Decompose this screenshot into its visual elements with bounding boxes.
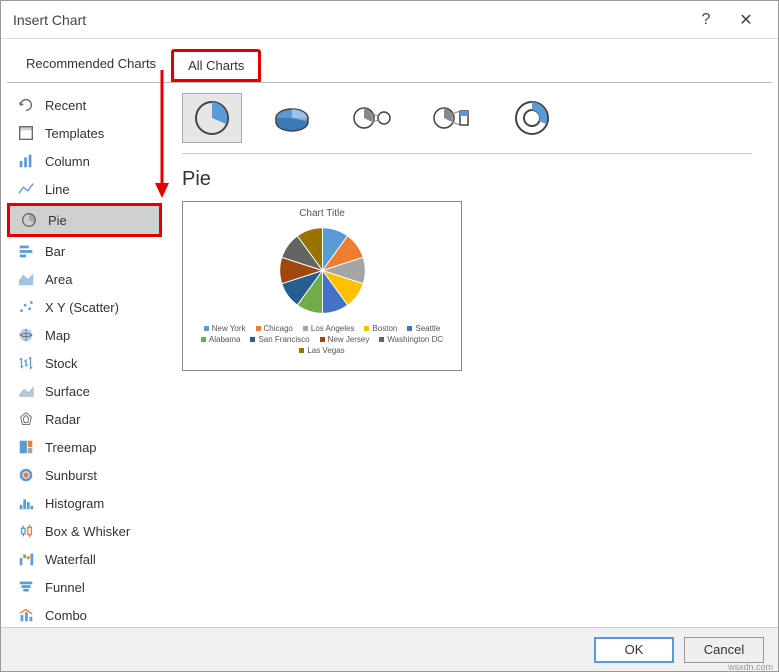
sidebar-item-label: Recent <box>45 98 86 113</box>
watermark: wsxdn.com <box>728 662 773 672</box>
sidebar-item-box[interactable]: Box & Whisker <box>7 517 162 545</box>
sidebar-item-label: Box & Whisker <box>45 524 130 539</box>
legend-item: Washington DC <box>379 335 443 344</box>
preview-title: Chart Title <box>299 208 345 219</box>
sidebar-item-label: Radar <box>45 412 80 427</box>
sidebar-item-label: Line <box>45 182 70 197</box>
tabs-row: Recommended Charts All Charts <box>1 39 778 82</box>
area-icon <box>17 270 35 288</box>
sidebar-item-map[interactable]: Map <box>7 321 162 349</box>
histogram-icon <box>17 494 35 512</box>
insert-chart-dialog: Insert Chart ? ✕ Recommended Charts All … <box>0 0 779 672</box>
subtype-row <box>182 93 752 143</box>
sidebar-item-label: Templates <box>45 126 104 141</box>
sidebar-item-label: Waterfall <box>45 552 96 567</box>
sidebar-item-label: Map <box>45 328 70 343</box>
chart-name-heading: Pie <box>182 168 752 191</box>
subtype-pie-of-pie[interactable] <box>342 93 402 143</box>
legend-item: New Jersey <box>320 335 370 344</box>
dialog-title: Insert Chart <box>13 12 686 28</box>
pie-icon <box>20 211 38 229</box>
subtype-pie[interactable] <box>182 93 242 143</box>
waterfall-icon <box>17 550 35 568</box>
body-area: Recent Templates Column Line Pie Bar <box>7 82 772 627</box>
sidebar-item-label: Surface <box>45 384 90 399</box>
dialog-footer: OK Cancel <box>1 627 778 671</box>
templates-icon <box>17 124 35 142</box>
sidebar-item-label: Bar <box>45 244 65 259</box>
preview-pie-svg <box>275 223 370 318</box>
sidebar-item-label: Pie <box>48 213 67 228</box>
surface-icon <box>17 382 35 400</box>
subtype-bar-of-pie[interactable] <box>422 93 482 143</box>
subtype-3d-pie[interactable] <box>262 93 322 143</box>
preview-legend: New York Chicago Los Angeles Boston Seattle A… <box>191 324 453 355</box>
box-icon <box>17 522 35 540</box>
tab-recommended[interactable]: Recommended Charts <box>11 49 171 82</box>
legend-item: New York <box>204 324 246 333</box>
chart-type-sidebar: Recent Templates Column Line Pie Bar <box>7 83 162 627</box>
sidebar-item-label: Histogram <box>45 496 104 511</box>
sidebar-item-scatter[interactable]: X Y (Scatter) <box>7 293 162 321</box>
sidebar-item-label: Stock <box>45 356 78 371</box>
sidebar-item-label: Combo <box>45 608 87 623</box>
close-button[interactable]: ✕ <box>726 10 766 30</box>
sidebar-item-pie[interactable]: Pie <box>7 203 162 237</box>
cancel-button[interactable]: Cancel <box>684 637 764 663</box>
sidebar-item-waterfall[interactable]: Waterfall <box>7 545 162 573</box>
main-panel: Pie Chart Title New York Chicago Los Angel… <box>162 83 772 627</box>
legend-item: Seattle <box>407 324 440 333</box>
treemap-icon <box>17 438 35 456</box>
column-icon <box>17 152 35 170</box>
recent-icon <box>17 96 35 114</box>
line-icon <box>17 180 35 198</box>
legend-item: Las Vegas <box>299 346 344 355</box>
sidebar-item-label: Area <box>45 272 72 287</box>
subtype-doughnut[interactable] <box>502 93 562 143</box>
divider <box>182 153 752 154</box>
combo-icon <box>17 606 35 624</box>
sidebar-item-radar[interactable]: Radar <box>7 405 162 433</box>
sidebar-item-funnel[interactable]: Funnel <box>7 573 162 601</box>
sidebar-item-surface[interactable]: Surface <box>7 377 162 405</box>
sidebar-item-combo[interactable]: Combo <box>7 601 162 627</box>
sidebar-item-label: X Y (Scatter) <box>45 300 119 315</box>
map-icon <box>17 326 35 344</box>
sidebar-item-recent[interactable]: Recent <box>7 91 162 119</box>
legend-item: Boston <box>364 324 397 333</box>
sidebar-item-area[interactable]: Area <box>7 265 162 293</box>
sidebar-item-label: Sunburst <box>45 468 97 483</box>
help-button[interactable]: ? <box>686 11 726 29</box>
sidebar-item-label: Treemap <box>45 440 97 455</box>
ok-button[interactable]: OK <box>594 637 674 663</box>
legend-item: Alabama <box>201 335 241 344</box>
stock-icon <box>17 354 35 372</box>
sidebar-item-label: Column <box>45 154 90 169</box>
sidebar-item-histogram[interactable]: Histogram <box>7 489 162 517</box>
chart-preview[interactable]: Chart Title New York Chicago Los Angeles Bo… <box>182 201 462 371</box>
sidebar-item-bar[interactable]: Bar <box>7 237 162 265</box>
sidebar-item-label: Funnel <box>45 580 85 595</box>
sidebar-item-templates[interactable]: Templates <box>7 119 162 147</box>
tab-all-charts[interactable]: All Charts <box>171 49 261 82</box>
sidebar-item-sunburst[interactable]: Sunburst <box>7 461 162 489</box>
sidebar-item-column[interactable]: Column <box>7 147 162 175</box>
bar-icon <box>17 242 35 260</box>
scatter-icon <box>17 298 35 316</box>
legend-item: Chicago <box>256 324 293 333</box>
sidebar-item-stock[interactable]: Stock <box>7 349 162 377</box>
sidebar-item-treemap[interactable]: Treemap <box>7 433 162 461</box>
funnel-icon <box>17 578 35 596</box>
sidebar-item-line[interactable]: Line <box>7 175 162 203</box>
titlebar: Insert Chart ? ✕ <box>1 1 778 39</box>
radar-icon <box>17 410 35 428</box>
sunburst-icon <box>17 466 35 484</box>
legend-item: Los Angeles <box>303 324 355 333</box>
legend-item: San Francisco <box>250 335 309 344</box>
